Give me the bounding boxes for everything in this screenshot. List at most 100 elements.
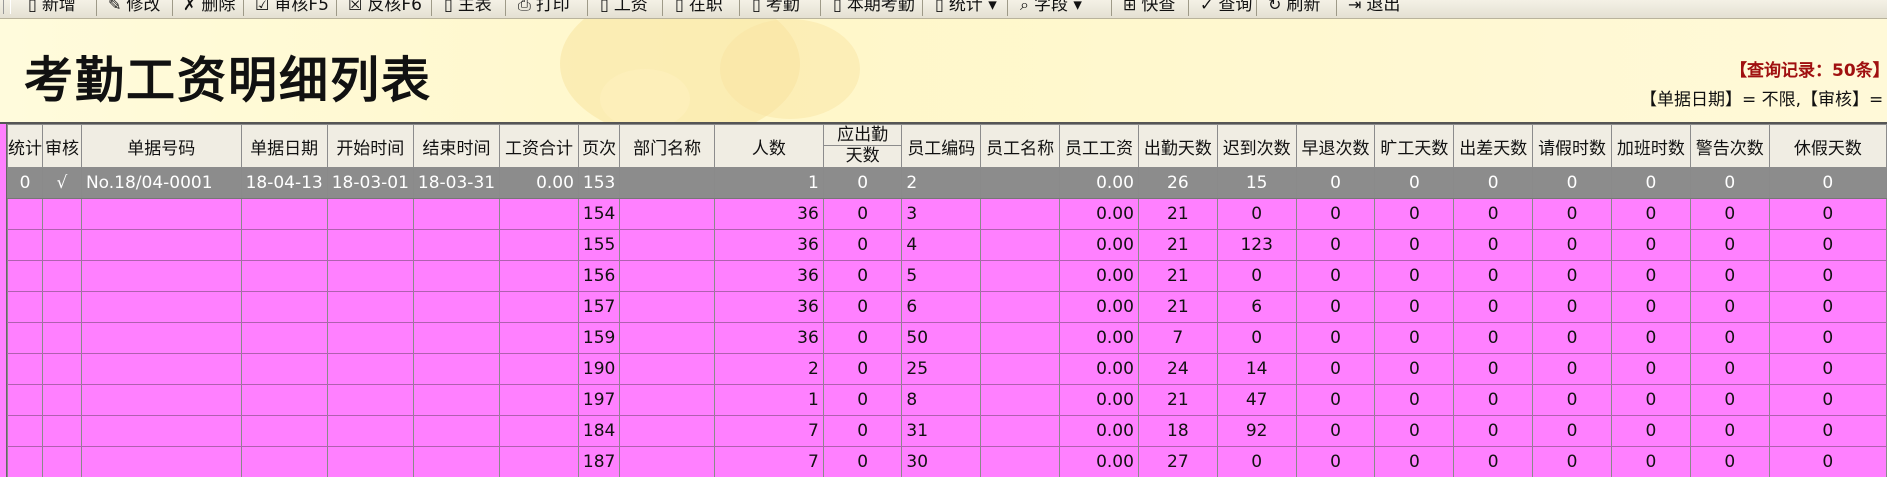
table-cell[interactable]: 0 xyxy=(1690,385,1769,416)
table-cell[interactable] xyxy=(413,292,499,323)
table-cell[interactable]: 0 xyxy=(823,168,902,199)
table-row[interactable]: 18470310.0018920000000 xyxy=(8,416,1887,447)
table-cell[interactable] xyxy=(241,261,327,292)
table-cell[interactable]: 0 xyxy=(1375,168,1454,199)
table-cell[interactable]: 50 xyxy=(902,323,981,354)
table-cell[interactable] xyxy=(620,323,715,354)
table-cell[interactable]: 0 xyxy=(823,416,902,447)
table-cell[interactable] xyxy=(81,199,241,230)
table-cell[interactable]: 0 xyxy=(1611,323,1690,354)
table-cell[interactable]: 18-03-01 xyxy=(327,168,413,199)
table-cell[interactable] xyxy=(413,385,499,416)
table-cell[interactable]: 0 xyxy=(1690,416,1769,447)
table-cell[interactable] xyxy=(620,230,715,261)
table-cell[interactable]: √ xyxy=(43,168,82,199)
table-cell[interactable] xyxy=(241,292,327,323)
table-cell[interactable] xyxy=(981,385,1060,416)
table-cell[interactable]: 0.00 xyxy=(1060,199,1139,230)
table-cell[interactable]: 7 xyxy=(714,447,823,477)
table-cell[interactable]: 0 xyxy=(1296,385,1375,416)
table-cell[interactable]: 31 xyxy=(902,416,981,447)
column-header[interactable]: 请假时数 xyxy=(1533,125,1612,168)
table-cell[interactable] xyxy=(81,447,241,477)
table-cell[interactable]: 157 xyxy=(578,292,619,323)
table-cell[interactable]: 15 xyxy=(1217,168,1296,199)
table-cell[interactable] xyxy=(327,385,413,416)
table-cell[interactable] xyxy=(327,199,413,230)
table-cell[interactable] xyxy=(327,447,413,477)
table-cell[interactable]: 25 xyxy=(902,354,981,385)
table-cell[interactable]: 7 xyxy=(714,416,823,447)
table-cell[interactable] xyxy=(620,168,715,199)
table-cell[interactable]: No.18/04-0001 xyxy=(81,168,241,199)
table-cell[interactable]: 0 xyxy=(1375,261,1454,292)
table-cell[interactable] xyxy=(500,261,579,292)
table-cell[interactable]: 0 xyxy=(1769,323,1886,354)
table-cell[interactable]: 0 xyxy=(1690,354,1769,385)
table-cell[interactable] xyxy=(620,447,715,477)
table-cell[interactable] xyxy=(500,230,579,261)
table-cell[interactable]: 21 xyxy=(1138,261,1217,292)
table-cell[interactable]: 0 xyxy=(1611,261,1690,292)
table-cell[interactable]: 36 xyxy=(714,199,823,230)
table-cell[interactable]: 0.00 xyxy=(1060,385,1139,416)
table-cell[interactable]: 14 xyxy=(1217,354,1296,385)
table-cell[interactable]: 0 xyxy=(1769,447,1886,477)
table-cell[interactable]: 0 xyxy=(1533,230,1612,261)
table-cell[interactable]: 0 xyxy=(1690,323,1769,354)
toolbar-button-6[interactable]: ⎙打印 xyxy=(518,0,570,17)
table-cell[interactable]: 0 xyxy=(1454,168,1533,199)
table-cell[interactable]: 21 xyxy=(1138,230,1217,261)
table-cell[interactable]: 0 xyxy=(1533,199,1612,230)
table-cell[interactable]: 1 xyxy=(714,385,823,416)
table-cell[interactable] xyxy=(413,354,499,385)
table-cell[interactable] xyxy=(327,261,413,292)
table-cell[interactable] xyxy=(8,354,43,385)
table-cell[interactable]: 0 xyxy=(1611,199,1690,230)
table-cell[interactable]: 0 xyxy=(1533,385,1612,416)
toolbar-button-14[interactable]: ✓查询 xyxy=(1200,0,1252,17)
table-cell[interactable] xyxy=(413,261,499,292)
table-cell[interactable]: 0 xyxy=(1217,447,1296,477)
table-cell[interactable] xyxy=(981,199,1060,230)
table-cell[interactable]: 0 xyxy=(1454,354,1533,385)
table-cell[interactable] xyxy=(81,292,241,323)
table-cell[interactable]: 0 xyxy=(8,168,43,199)
column-header[interactable]: 迟到次数 xyxy=(1217,125,1296,168)
table-cell[interactable]: 0 xyxy=(1217,199,1296,230)
table-cell[interactable]: 5 xyxy=(902,261,981,292)
table-cell[interactable]: 0 xyxy=(1769,385,1886,416)
table-cell[interactable]: 123 xyxy=(1217,230,1296,261)
column-header[interactable]: 休假天数 xyxy=(1769,125,1886,168)
table-cell[interactable]: 3 xyxy=(902,199,981,230)
column-header[interactable]: 员工编码 xyxy=(902,125,981,168)
table-cell[interactable] xyxy=(8,447,43,477)
toolbar-button-4[interactable]: ☒反核F6 xyxy=(348,0,422,17)
table-cell[interactable]: 0 xyxy=(1611,416,1690,447)
table-row[interactable]: 15436030.002100000000 xyxy=(8,199,1887,230)
column-header[interactable]: 页次 xyxy=(578,125,619,168)
table-cell[interactable]: 154 xyxy=(578,199,619,230)
table-cell[interactable] xyxy=(500,199,579,230)
table-cell[interactable] xyxy=(81,416,241,447)
table-cell[interactable]: 0 xyxy=(823,385,902,416)
table-cell[interactable]: 0 xyxy=(1454,416,1533,447)
table-cell[interactable]: 7 xyxy=(1138,323,1217,354)
table-cell[interactable] xyxy=(500,385,579,416)
table-row[interactable]: 15636050.002100000000 xyxy=(8,261,1887,292)
table-cell[interactable]: 0.00 xyxy=(1060,447,1139,477)
table-cell[interactable]: 36 xyxy=(714,230,823,261)
table-cell[interactable]: 18-03-31 xyxy=(413,168,499,199)
table-cell[interactable]: 0.00 xyxy=(1060,292,1139,323)
table-cell[interactable] xyxy=(620,416,715,447)
toolbar-button-15[interactable]: ↻刷新 xyxy=(1268,0,1320,17)
table-cell[interactable]: 0 xyxy=(1454,230,1533,261)
table-cell[interactable] xyxy=(413,323,499,354)
table-cell[interactable] xyxy=(413,416,499,447)
table-cell[interactable]: 0 xyxy=(1454,292,1533,323)
table-cell[interactable]: 0 xyxy=(1533,168,1612,199)
column-header[interactable]: 出勤天数 xyxy=(1138,125,1217,168)
table-row[interactable]: 18770300.002700000000 xyxy=(8,447,1887,477)
toolbar-button-11[interactable]: ▯统计 ▾ xyxy=(935,0,997,17)
table-cell[interactable] xyxy=(327,354,413,385)
